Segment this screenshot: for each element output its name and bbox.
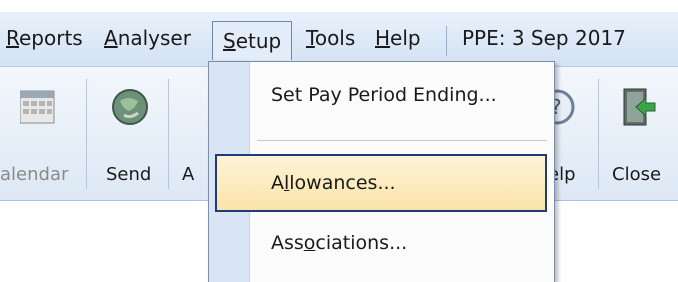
close-button[interactable]: Close [608, 87, 668, 185]
calendar-icon [19, 87, 60, 127]
toolbar-separator [598, 79, 599, 189]
content-area [0, 201, 208, 281]
globe-send-icon [110, 87, 150, 127]
calendar-button[interactable]: alendar [0, 87, 80, 185]
menu-item-associations[interactable]: Associations... [271, 232, 407, 254]
menu-analyser[interactable]: Analyser [104, 24, 191, 52]
setup-dropdown-menu: Set Pay Period Ending... Allowances... A… [208, 61, 555, 282]
toolbar-separator [168, 79, 169, 189]
menu-separator [257, 140, 547, 141]
menu-item-set-pay-period-ending[interactable]: Set Pay Period Ending... [271, 84, 497, 106]
menu-tools[interactable]: Tools [306, 24, 355, 52]
menu-reports[interactable]: Reports [6, 24, 83, 52]
menu-help[interactable]: Help [375, 24, 421, 52]
pay-period-ending-label: PPE: 3 Sep 2017 [462, 26, 626, 50]
toolbar-separator [86, 79, 87, 189]
menu-item-allowances[interactable]: Allowances... [271, 172, 396, 194]
menu-bar: Reports Analyser Setup Tools Help PPE: 3… [0, 12, 678, 67]
send-label: Send [106, 164, 152, 185]
send-button[interactable]: Send [100, 87, 160, 185]
window-top-edge [0, 0, 678, 12]
close-label: Close [612, 164, 662, 185]
allowances-toolbar-label: A [182, 164, 195, 185]
menu-setup[interactable]: Setup [212, 21, 293, 60]
calendar-label: alendar [0, 164, 69, 185]
close-door-icon [618, 87, 658, 127]
menu-separator [446, 26, 447, 56]
